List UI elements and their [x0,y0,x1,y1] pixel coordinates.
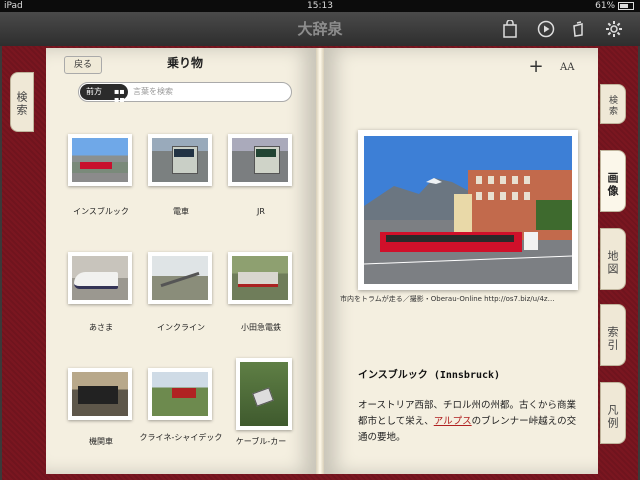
thumbnail-caption: 小田急電鉄 [241,323,281,332]
search-scope-label: 前方 [86,87,102,96]
thumbnail-cable-car[interactable] [236,358,292,430]
add-button[interactable]: + [528,58,544,76]
pencil-icon[interactable] [568,20,588,40]
battery-icon [618,1,634,10]
back-button[interactable]: 戻る [64,56,102,74]
search-input[interactable]: 言葉を検索 [133,83,173,101]
tab-search[interactable]: 検索 [600,84,626,124]
tab-image[interactable]: 画像 [600,150,626,212]
tab-index[interactable]: 索引 [600,304,626,366]
nav-bar: 大辞泉 [0,12,640,46]
thumbnail-train[interactable] [148,134,212,186]
tab-map[interactable]: 地図 [600,228,626,290]
thumbnail-locomotive[interactable] [68,368,132,420]
battery-percent: 61% [595,1,616,11]
thumbnail-jr[interactable] [228,134,292,186]
clock: 15:13 [307,1,333,11]
alps-link[interactable]: アルプス [434,416,472,427]
entry-photo[interactable] [358,130,578,290]
thumbnail-asama[interactable] [68,252,132,304]
thumbnail-caption: JR [257,207,265,216]
thumbnail-caption: インスブルック [73,207,129,216]
thumbnail-innsbruck[interactable] [68,134,132,186]
search-bar[interactable]: 前方 ▪▪ ▪▪ 言葉を検索 [78,82,292,104]
entry-title: インスブルック (Innsbruck) [358,370,501,381]
category-title: 乗り物 [166,56,203,70]
thumbnail-caption: クライネ-シャイデック [139,433,223,442]
thumbnail-odakyu[interactable] [228,252,292,304]
book-spine [316,48,324,474]
tab-search-left[interactable]: 検索 [10,72,34,132]
settings-gear-icon[interactable] [604,20,624,40]
play-icon[interactable] [536,20,556,40]
thumbnail-incline[interactable] [148,252,212,304]
photo-credit: 市内をトラムが走る／撮影・Oberau-Online http://os7.bi… [340,295,555,303]
status-bar: iPad 15:13 61% [0,0,640,12]
tab-legend[interactable]: 凡例 [600,382,626,444]
grid-icon: ▪▪ ▪▪ [114,87,125,104]
thumbnail-caption: 機関車 [89,437,113,446]
thumbnail-caption: インクライン [157,323,205,332]
search-scope-toggle[interactable]: 前方 ▪▪ ▪▪ [80,84,128,104]
thumbnail-caption: ケーブル-カー [235,437,287,446]
thumbnail-kleine-scheidegg[interactable] [148,368,212,420]
font-size-button[interactable]: AA [560,60,582,76]
thumbnail-caption: 電車 [173,207,189,216]
innsbruck-tram-photo [364,136,572,284]
thumbnail-caption: あさま [89,323,113,332]
entry-body: オーストリア西部、チロル州の州都。古くから商業都市として栄え、アルプスのブレンナ… [358,398,580,446]
bookmark-bag-icon[interactable] [500,19,520,40]
battery-indicator: 61% [595,0,634,12]
